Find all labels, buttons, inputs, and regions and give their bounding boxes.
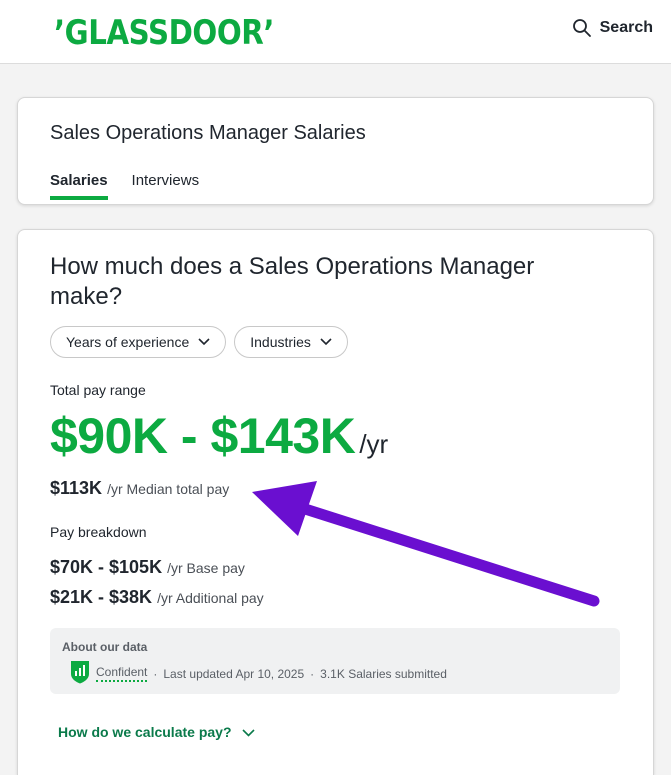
about-our-data-box: About our data Confident · Last updated … [50,628,620,694]
search-label: Search [599,19,653,36]
confidence-tooltip-trigger[interactable]: Confident [96,665,148,682]
filter-label: Industries [250,334,311,350]
additional-pay-label: /yr Additional pay [157,590,264,606]
chevron-down-icon [198,338,210,346]
median-pay-label: /yr Median total pay [107,481,230,497]
separator: · [153,666,158,681]
how-calculate-pay-label: How do we calculate pay? [58,724,232,740]
about-our-data-details: Confident · Last updated Apr 10, 2025 · … [70,660,447,687]
glassdoor-logo[interactable]: ’GLASSDOOR’ [54,12,274,54]
additional-pay-row: $21K - $38K /yr Additional pay [50,587,264,608]
years-of-experience-filter[interactable]: Years of experience [50,326,227,358]
last-updated-text: Last updated Apr 10, 2025 [163,666,305,681]
total-pay-range: $90K - $143K/yr [50,406,388,474]
base-pay-label: /yr Base pay [167,560,245,576]
chevron-down-icon [320,338,332,346]
median-pay-value: $113K [50,478,103,498]
industries-filter[interactable]: Industries [234,326,348,358]
search-icon [572,18,592,38]
tab-bar: Salaries Interviews [50,172,199,200]
base-pay-row: $70K - $105K /yr Base pay [50,557,245,578]
chevron-down-icon [241,724,255,740]
additional-pay-value: $21K - $38K [50,587,153,607]
salary-card: How much does a Sales Operations Manager… [17,229,654,775]
salaries-submitted-text: 3.1K Salaries submitted [320,666,447,681]
total-pay-range-value: $90K - $143K [50,408,356,464]
separator: · [310,666,315,681]
site-header: ’GLASSDOOR’ Search [0,0,671,64]
salary-question-heading: How much does a Sales Operations Manager… [50,253,535,310]
total-pay-range-unit: /yr [359,429,389,459]
overview-card: Sales Operations Manager Salaries Salari… [17,97,654,205]
median-pay-row: $113K /yr Median total pay [50,478,229,499]
page-title: Sales Operations Manager Salaries [50,122,366,144]
total-pay-label: Total pay range [50,382,146,398]
how-calculate-pay-link[interactable]: How do we calculate pay? [58,724,255,740]
base-pay-value: $70K - $105K [50,557,163,577]
filter-bar: Years of experience Industries [50,326,348,358]
shield-check-icon [70,660,90,687]
tab-interviews[interactable]: Interviews [132,172,200,200]
search-button[interactable]: Search [572,18,653,38]
filter-label: Years of experience [66,334,190,350]
about-our-data-title: About our data [62,640,148,654]
tab-salaries[interactable]: Salaries [50,172,108,200]
pay-breakdown-label: Pay breakdown [50,524,147,540]
